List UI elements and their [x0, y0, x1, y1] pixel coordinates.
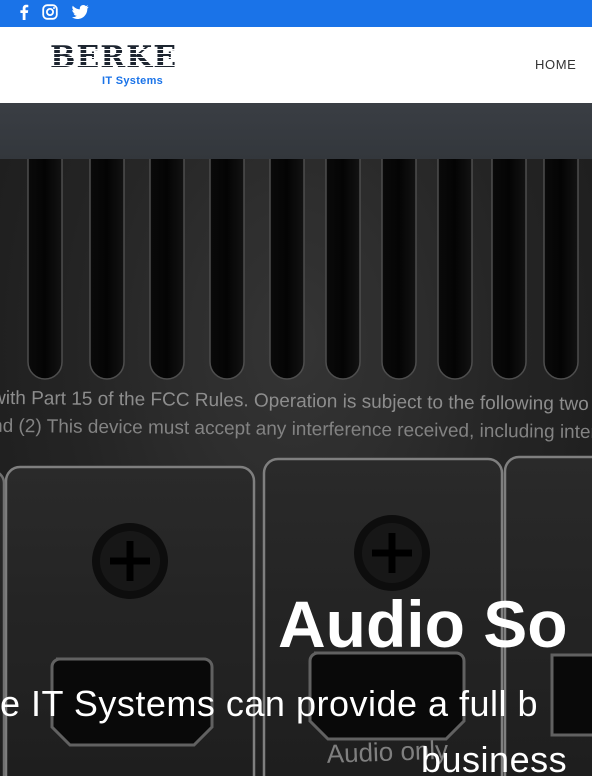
site-header: BERKE IT Systems HOME [0, 27, 592, 103]
hero-section: with Part 15 of the FCC Rules. Operation… [0, 159, 592, 776]
twitter-icon[interactable] [70, 3, 90, 21]
logo-subtitle: IT Systems [102, 75, 164, 87]
hero-text-line1: e IT Systems can provide a full b [0, 683, 539, 724]
hero-title: Audio So [278, 587, 568, 661]
instagram-icon[interactable] [40, 3, 60, 21]
logo[interactable]: BERKE IT Systems [50, 43, 182, 91]
logo-wordmark: BERKE [50, 40, 178, 75]
facebook-icon[interactable] [14, 3, 34, 21]
top-bar [0, 0, 592, 27]
hero-text-line2: business [421, 739, 568, 776]
nav-home-link[interactable]: HOME [535, 57, 576, 72]
page-banner [0, 103, 592, 159]
